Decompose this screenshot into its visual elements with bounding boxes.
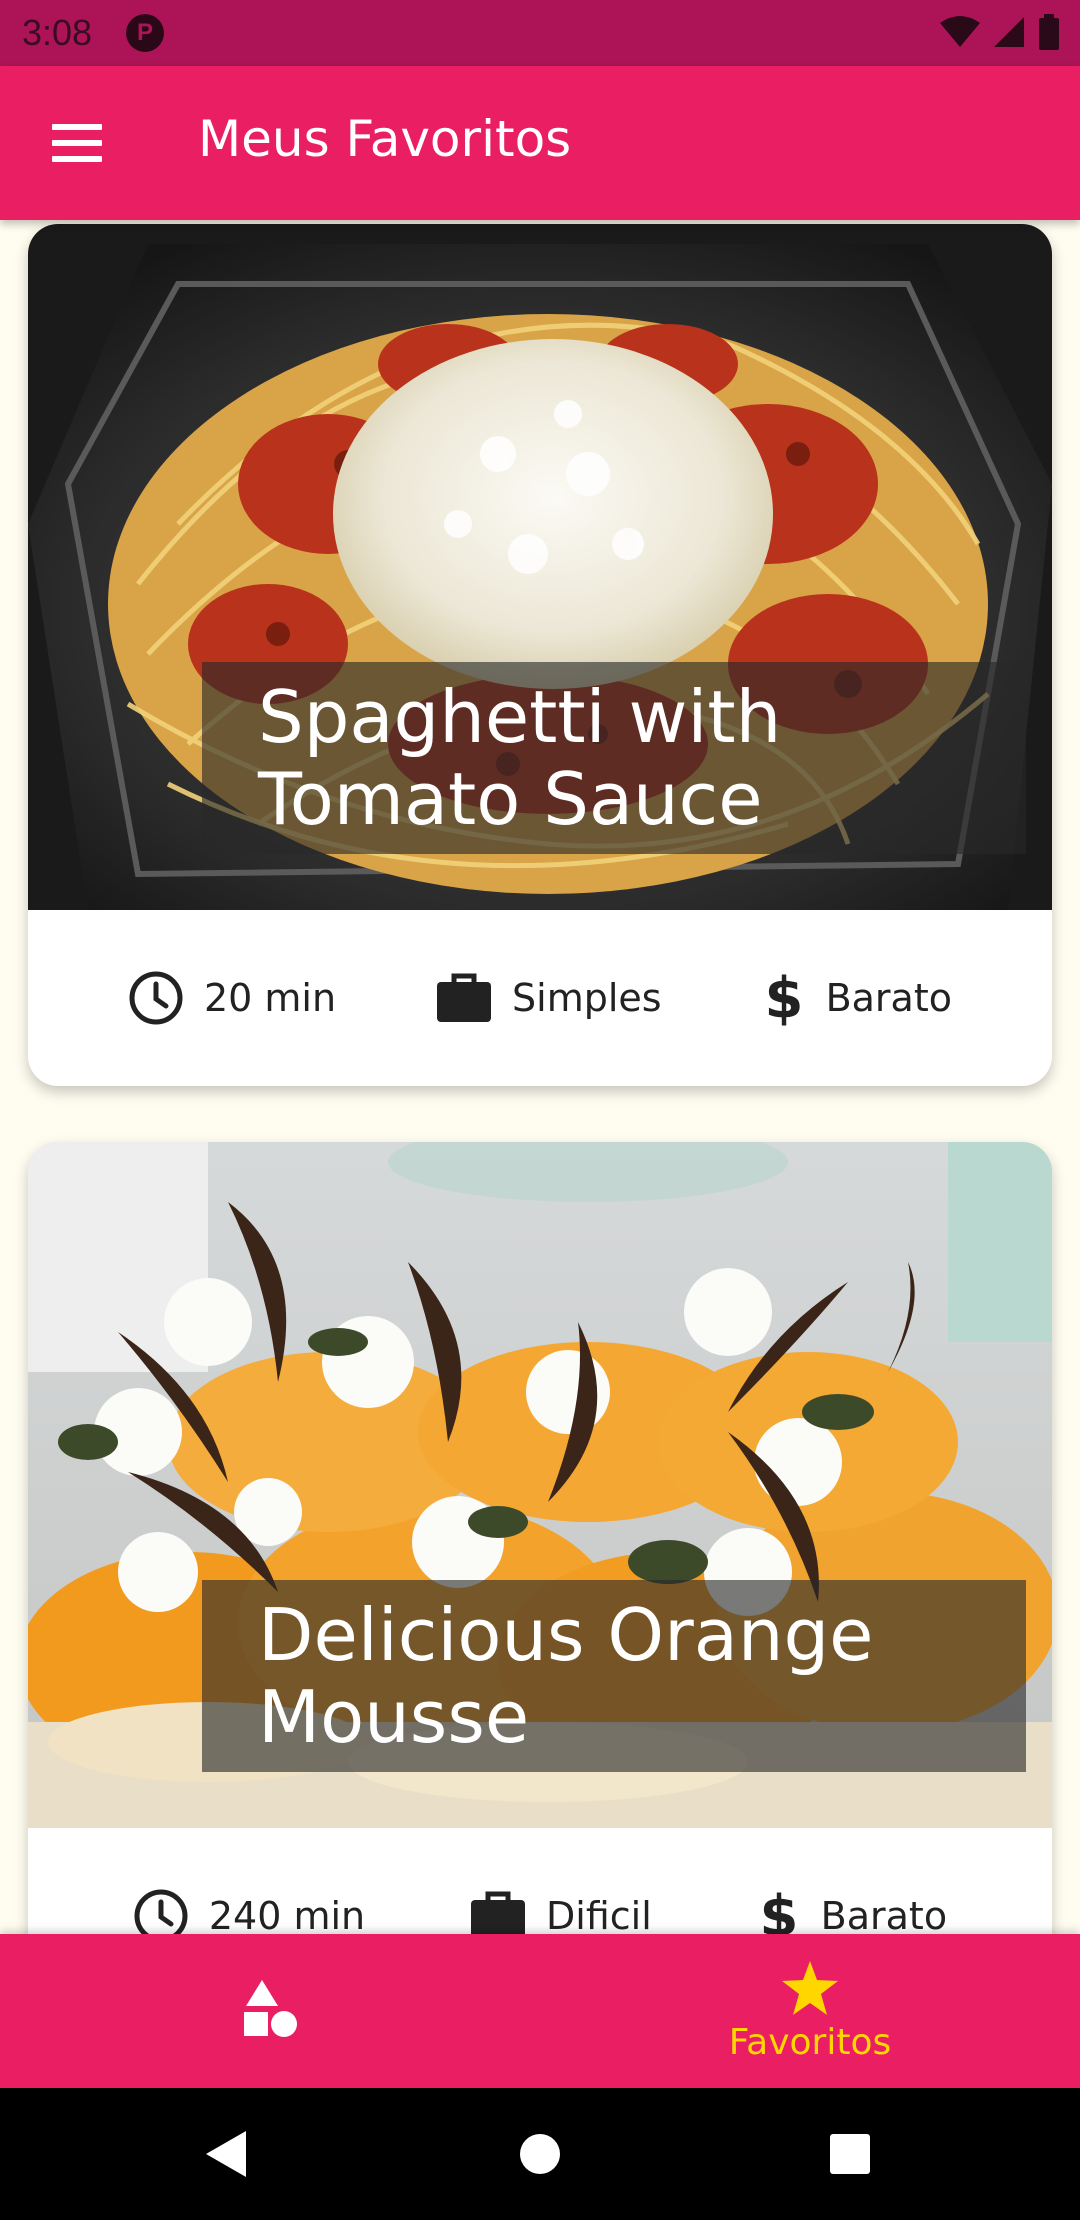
page-title: Meus Favoritos <box>198 110 572 168</box>
meal-title-line-1: Delicious Orange <box>258 1593 874 1677</box>
battery-icon <box>1039 14 1059 50</box>
categories-icon <box>244 1980 297 2037</box>
back-button[interactable] <box>190 2118 262 2190</box>
meal-duration: 240 min <box>133 1888 365 1934</box>
notification-app-icon: P <box>126 14 164 52</box>
meal-meta-row: 240 min Dificil $ Barato <box>28 1828 1052 1934</box>
recents-icon <box>830 2134 870 2174</box>
meal-card[interactable]: Spaghetti with Tomato Sauce 20 min Simpl… <box>28 224 1052 1086</box>
meal-complexity-text: Simples <box>512 976 662 1020</box>
tab-favorites-label: Favoritos <box>728 2021 892 2063</box>
meal-title-line-1: Spaghetti with <box>258 675 782 759</box>
meal-image-orange-mousse: Delicious Orange Mousse <box>28 1142 1052 1828</box>
meal-cost: $ Barato <box>757 1887 947 1934</box>
clock-icon <box>133 1888 189 1934</box>
tab-favorites[interactable]: Favoritos <box>540 1934 1080 2088</box>
meal-cost-text: Barato <box>825 976 952 1020</box>
meal-title: Delicious Orange Mousse <box>202 1580 1026 1772</box>
svg-text:$: $ <box>759 1887 798 1934</box>
meal-complexity-text: Dificil <box>546 1894 652 1934</box>
dollar-icon: $ <box>762 969 806 1027</box>
meal-complexity: Dificil <box>470 1890 652 1934</box>
meal-title-line-2: Mousse <box>258 1675 530 1759</box>
meal-title: Spaghetti with Tomato Sauce <box>202 662 1026 854</box>
clock-icon <box>128 970 184 1026</box>
meal-duration-text: 240 min <box>208 1894 366 1934</box>
meal-meta-row: 20 min Simples $ Barato <box>28 910 1052 1086</box>
home-icon <box>520 2134 560 2174</box>
bottom-navigation: Favoritos <box>0 1934 1080 2088</box>
status-time: 3:08 <box>22 12 93 53</box>
meal-cost-text: Barato <box>820 1894 948 1934</box>
meal-complexity: Simples <box>436 972 662 1024</box>
briefcase-icon <box>436 972 492 1024</box>
tab-categories[interactable] <box>0 1934 540 2088</box>
svg-text:$: $ <box>764 969 803 1027</box>
app-bar: Meus Favoritos <box>0 66 1080 220</box>
favorites-list[interactable]: Spaghetti with Tomato Sauce 20 min Simpl… <box>0 220 1080 1934</box>
meal-image-spaghetti: Spaghetti with Tomato Sauce <box>28 224 1052 910</box>
meal-duration: 20 min <box>128 970 336 1026</box>
back-icon <box>206 2131 246 2177</box>
dollar-icon: $ <box>757 1887 801 1934</box>
star-icon <box>782 1960 838 2015</box>
cell-signal-icon <box>994 17 1024 47</box>
briefcase-icon <box>470 1890 526 1934</box>
meal-cost: $ Barato <box>762 969 952 1027</box>
recents-button[interactable] <box>814 2118 886 2190</box>
meal-title-line-2: Tomato Sauce <box>258 757 763 841</box>
meal-duration-text: 20 min <box>203 976 337 1020</box>
hamburger-menu-icon[interactable] <box>52 124 102 162</box>
system-navigation-bar <box>0 2088 1080 2220</box>
status-icons <box>940 14 1060 50</box>
wifi-icon <box>940 16 980 47</box>
home-button[interactable] <box>504 2118 576 2190</box>
status-bar: 3:08 P <box>0 0 1080 66</box>
meal-card[interactable]: Delicious Orange Mousse 240 min Dificil … <box>28 1142 1052 1934</box>
